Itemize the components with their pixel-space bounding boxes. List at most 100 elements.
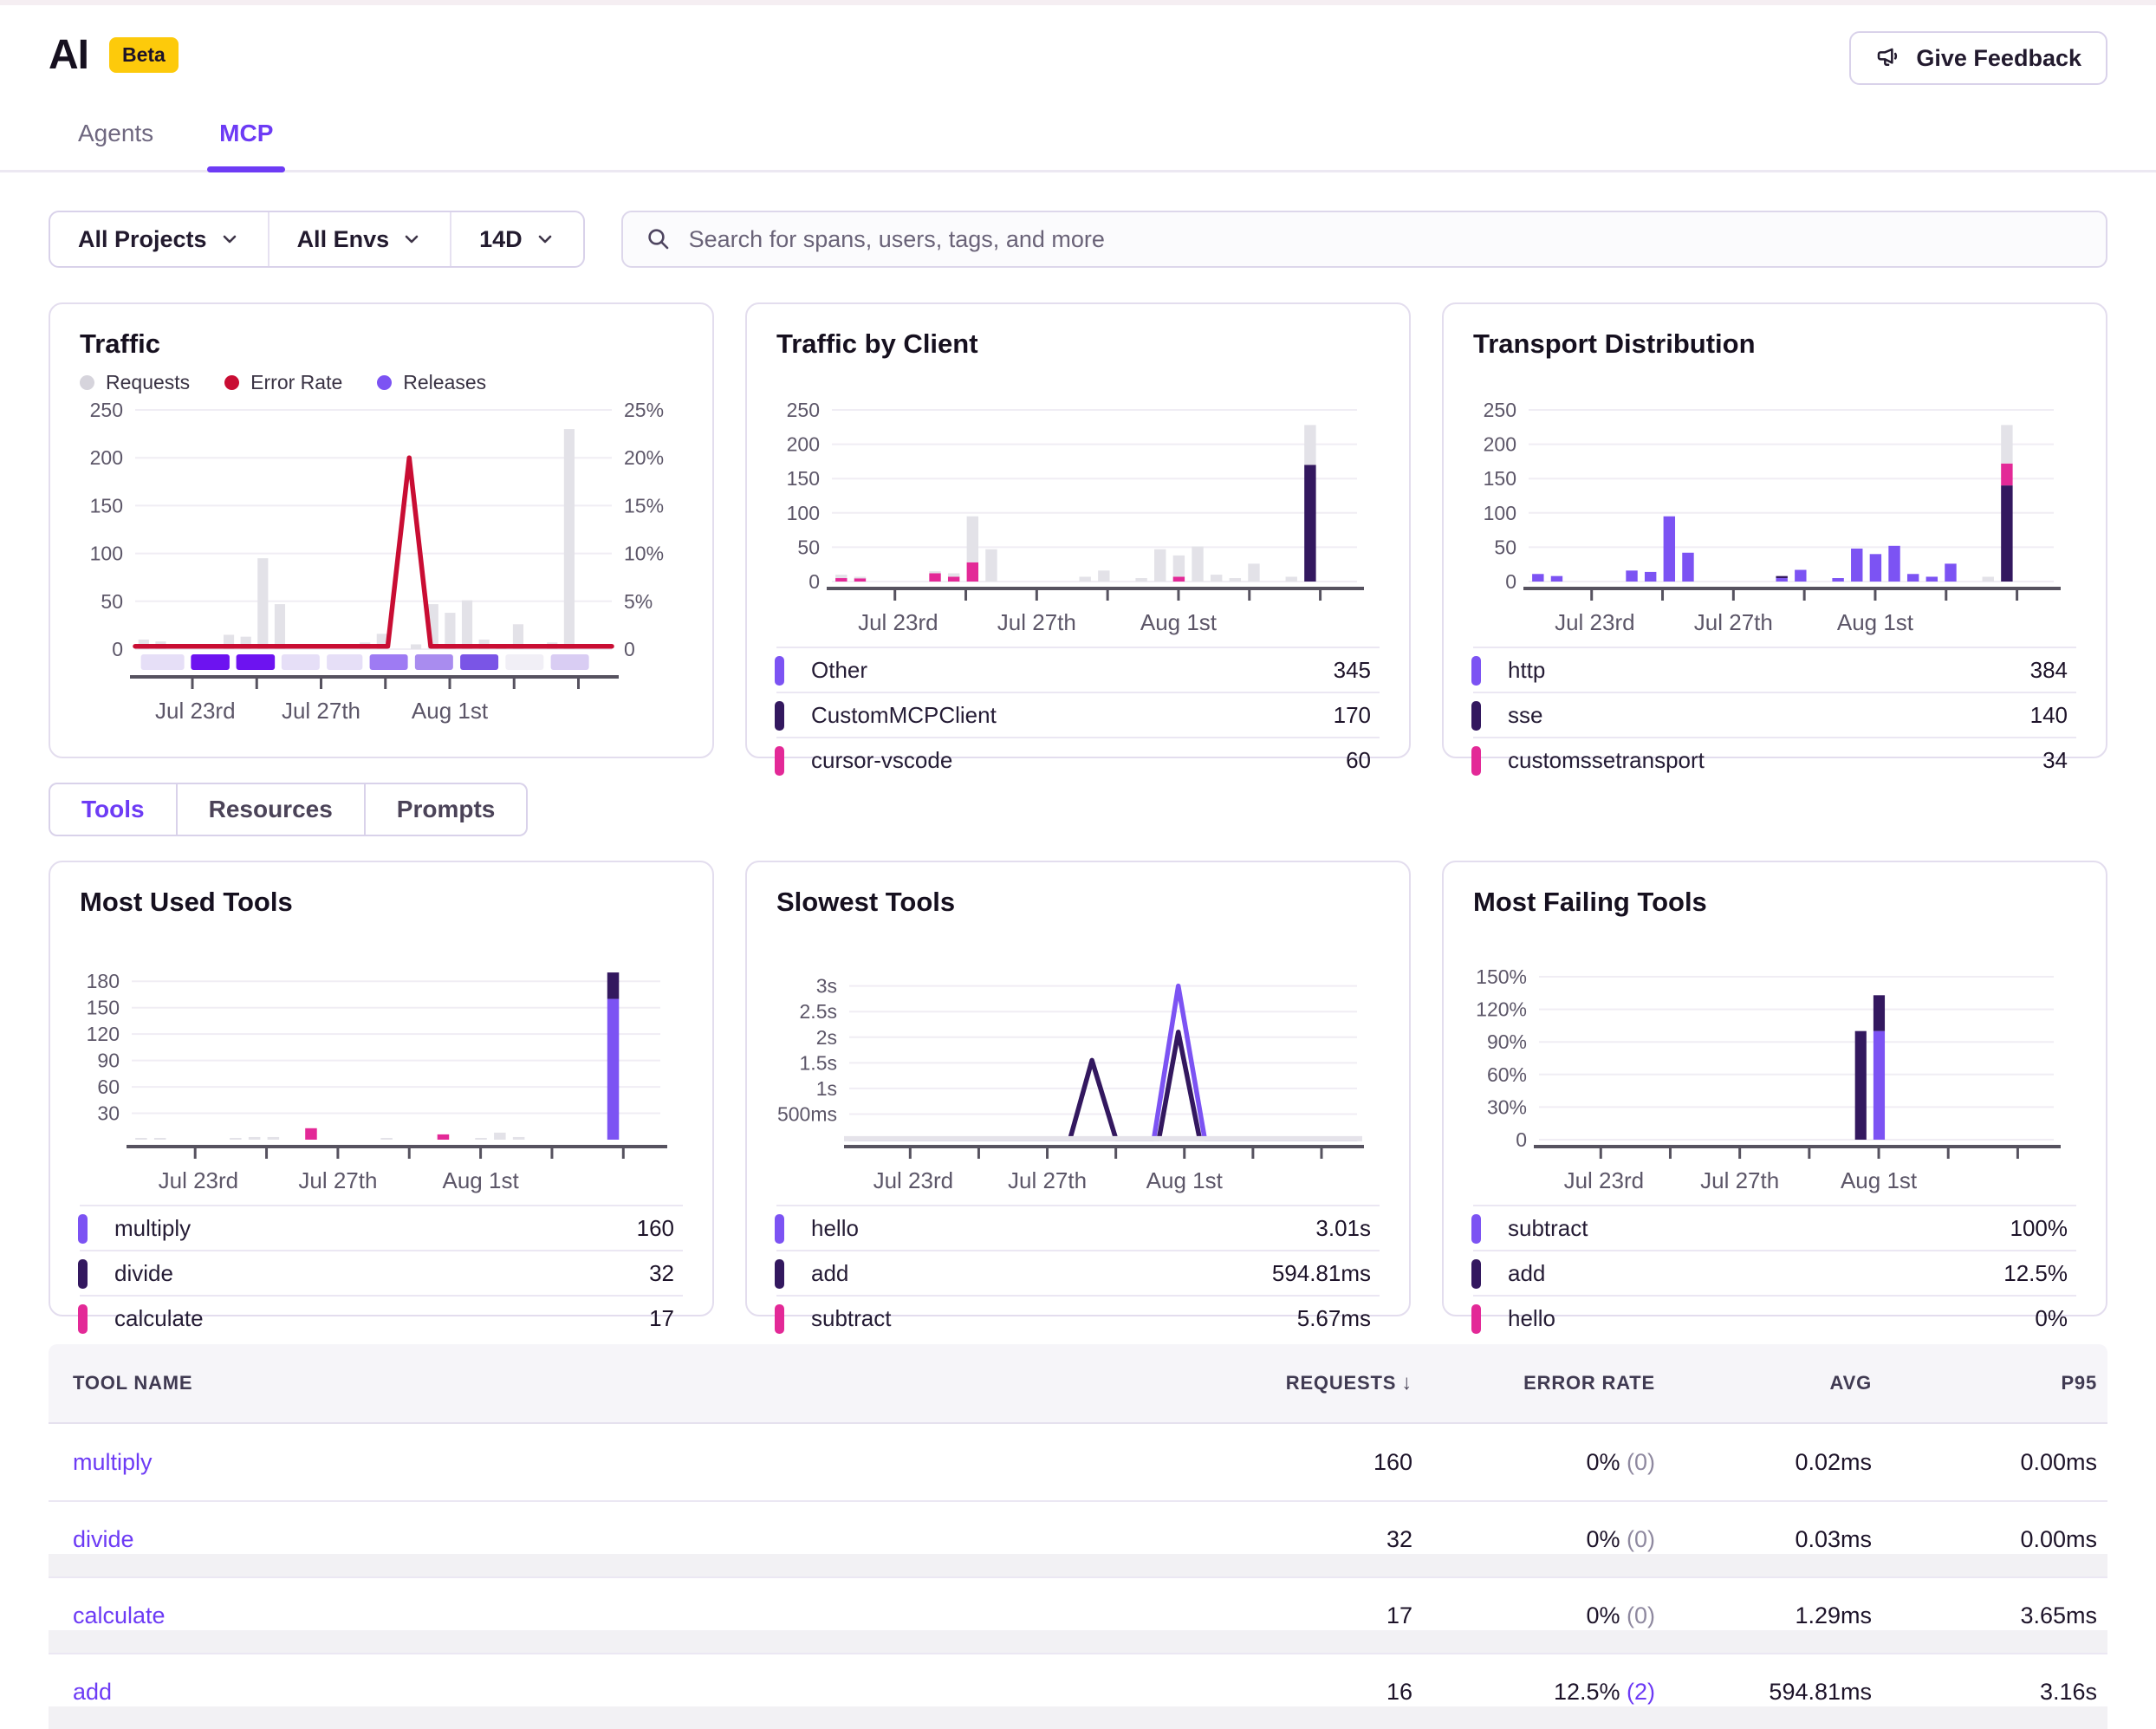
tools-table: TOOL NAME REQUESTS↓ ERROR RATE AVG P95 multi… bbox=[49, 1344, 2107, 1729]
svg-text:Jul 23rd: Jul 23rd bbox=[1555, 609, 1635, 635]
series-color-pill bbox=[78, 1304, 88, 1334]
legend-row-label: hello bbox=[1508, 1305, 1555, 1332]
svg-text:Aug 1st: Aug 1st bbox=[443, 1167, 520, 1193]
tab-mcp[interactable]: MCP bbox=[219, 120, 273, 170]
table-row: calculate170% (0)1.29ms3.65ms bbox=[49, 1576, 2107, 1653]
legend-row[interactable]: cursor-vscode60 bbox=[776, 737, 1380, 782]
error-rate-value: 0% (0) bbox=[1423, 1526, 1666, 1553]
svg-text:Aug 1st: Aug 1st bbox=[1837, 609, 1914, 635]
give-feedback-button[interactable]: Give Feedback bbox=[1849, 31, 2107, 85]
svg-text:Jul 23rd: Jul 23rd bbox=[858, 609, 938, 635]
slowest-tools-card: Slowest Tools 500ms1s1.5s2s2.5s3sJul 23r… bbox=[745, 861, 1411, 1316]
series-color-pill bbox=[775, 656, 784, 686]
legend-row[interactable]: http384 bbox=[1473, 647, 2076, 692]
svg-text:90%: 90% bbox=[1487, 1030, 1527, 1053]
charts-row-tools: Most Used Tools 306090120150180Jul 23rdJ… bbox=[49, 861, 2107, 1316]
brand: AI Beta bbox=[49, 31, 179, 79]
date-range-filter[interactable]: 14D bbox=[450, 212, 583, 266]
svg-text:0: 0 bbox=[1516, 1128, 1527, 1151]
svg-text:0: 0 bbox=[808, 570, 820, 593]
project-filter[interactable]: All Projects bbox=[50, 212, 268, 266]
legend-row[interactable]: multiply160 bbox=[80, 1205, 683, 1250]
legend-row[interactable]: subtract5.67ms bbox=[776, 1295, 1380, 1340]
p95-value: 3.16s bbox=[1882, 1679, 2107, 1706]
column-header-tool-name[interactable]: TOOL NAME bbox=[49, 1372, 1241, 1394]
svg-text:Jul 27th: Jul 27th bbox=[1694, 609, 1773, 635]
column-header-error-rate[interactable]: ERROR RATE bbox=[1423, 1372, 1666, 1394]
slowest-tools-legend: hello3.01sadd594.81mssubtract5.67ms bbox=[776, 1205, 1380, 1340]
most-failing-tools-chart: 030%60%90%120%150%Jul 23rdJul 27thAug 1s… bbox=[1473, 956, 2071, 1197]
svg-text:30: 30 bbox=[97, 1102, 120, 1125]
legend-row-value: 12.5% bbox=[2003, 1260, 2068, 1287]
chevron-down-icon bbox=[219, 229, 240, 250]
requests-value: 32 bbox=[1241, 1526, 1423, 1553]
tool-name-link[interactable]: divide bbox=[49, 1526, 1241, 1553]
search-input[interactable] bbox=[687, 225, 2083, 254]
tab-agents[interactable]: Agents bbox=[78, 120, 153, 170]
legend-item[interactable]: Releases bbox=[377, 371, 486, 394]
env-filter[interactable]: All Envs bbox=[268, 212, 451, 266]
column-header-requests[interactable]: REQUESTS↓ bbox=[1241, 1371, 1423, 1395]
section-tabs: Tools Resources Prompts bbox=[49, 783, 2107, 836]
legend-row-value: 140 bbox=[2030, 702, 2068, 729]
search-bar[interactable] bbox=[621, 211, 2107, 268]
svg-text:250: 250 bbox=[787, 399, 820, 421]
legend-item[interactable]: Error Rate bbox=[224, 371, 342, 394]
legend-row-value: 32 bbox=[649, 1260, 674, 1287]
legend-row[interactable]: Other345 bbox=[776, 647, 1380, 692]
legend-row-label: subtract bbox=[1508, 1215, 1588, 1242]
svg-text:3s: 3s bbox=[816, 975, 837, 998]
legend-row[interactable]: add12.5% bbox=[1473, 1250, 2076, 1295]
chevron-down-icon bbox=[535, 229, 555, 250]
tools-table-body: multiply1600% (0)0.02ms0.00msdivide320% … bbox=[49, 1424, 2107, 1729]
legend-row[interactable]: customssetransport34 bbox=[1473, 737, 2076, 782]
legend-label: Requests bbox=[106, 371, 190, 394]
tool-name-link[interactable]: multiply bbox=[49, 1449, 1241, 1476]
legend-row[interactable]: CustomMCPClient170 bbox=[776, 692, 1380, 737]
column-header-p95[interactable]: P95 bbox=[1882, 1372, 2107, 1394]
requests-value: 17 bbox=[1241, 1602, 1423, 1629]
column-header-label: P95 bbox=[2061, 1372, 2097, 1394]
transport-distribution-card: Transport Distribution 050100150200250Ju… bbox=[1442, 302, 2107, 758]
svg-text:Jul 27th: Jul 27th bbox=[997, 609, 1076, 635]
legend-row-value: 5.67ms bbox=[1297, 1305, 1371, 1332]
section-tab-prompts[interactable]: Prompts bbox=[366, 783, 529, 836]
legend-row[interactable]: subtract100% bbox=[1473, 1205, 2076, 1250]
error-count-link[interactable]: (2) bbox=[1627, 1679, 1655, 1705]
svg-text:Jul 27th: Jul 27th bbox=[282, 698, 360, 724]
legend-row[interactable]: sse140 bbox=[1473, 692, 2076, 737]
column-header-label: TOOL NAME bbox=[73, 1372, 192, 1394]
date-range-label: 14D bbox=[479, 226, 523, 253]
svg-text:5%: 5% bbox=[624, 590, 653, 613]
svg-text:150%: 150% bbox=[1476, 965, 1527, 988]
legend-row-value: 345 bbox=[1334, 657, 1371, 684]
svg-text:100: 100 bbox=[787, 502, 820, 524]
svg-text:200: 200 bbox=[787, 433, 820, 456]
table-row: add1612.5% (2)594.81ms3.16s bbox=[49, 1653, 2107, 1729]
svg-text:Jul 23rd: Jul 23rd bbox=[1564, 1167, 1645, 1193]
most-failing-tools-card: Most Failing Tools 030%60%90%120%150%Jul… bbox=[1442, 861, 2107, 1316]
legend-row[interactable]: hello3.01s bbox=[776, 1205, 1380, 1250]
series-color-pill bbox=[1471, 746, 1481, 776]
slowest-tools-chart: 500ms1s1.5s2s2.5s3sJul 23rdJul 27thAug 1… bbox=[776, 956, 1374, 1197]
legend-item[interactable]: Requests bbox=[80, 371, 190, 394]
column-header-avg[interactable]: AVG bbox=[1666, 1372, 1882, 1394]
section-tab-resources[interactable]: Resources bbox=[178, 783, 366, 836]
svg-text:Jul 23rd: Jul 23rd bbox=[159, 1167, 238, 1193]
legend-row-value: 160 bbox=[637, 1215, 674, 1242]
legend-row-label: divide bbox=[114, 1260, 173, 1287]
legend-row[interactable]: calculate17 bbox=[80, 1295, 683, 1340]
most-used-tools-chart: 306090120150180Jul 23rdJul 27thAug 1st bbox=[80, 956, 678, 1197]
legend-row[interactable]: hello0% bbox=[1473, 1295, 2076, 1340]
column-header-label: ERROR RATE bbox=[1523, 1372, 1655, 1394]
svg-text:120: 120 bbox=[87, 1023, 120, 1045]
tool-name-link[interactable]: calculate bbox=[49, 1602, 1241, 1629]
error-count: (0) bbox=[1627, 1602, 1655, 1628]
traffic-chart: 00505%10010%15015%20020%25025%Jul 23rdJu… bbox=[80, 398, 678, 727]
svg-text:180: 180 bbox=[87, 970, 120, 992]
tool-name-link[interactable]: add bbox=[49, 1679, 1241, 1706]
legend-row[interactable]: add594.81ms bbox=[776, 1250, 1380, 1295]
legend-row-value: 384 bbox=[2030, 657, 2068, 684]
section-tab-tools[interactable]: Tools bbox=[49, 783, 178, 836]
legend-row[interactable]: divide 32 bbox=[80, 1250, 683, 1295]
